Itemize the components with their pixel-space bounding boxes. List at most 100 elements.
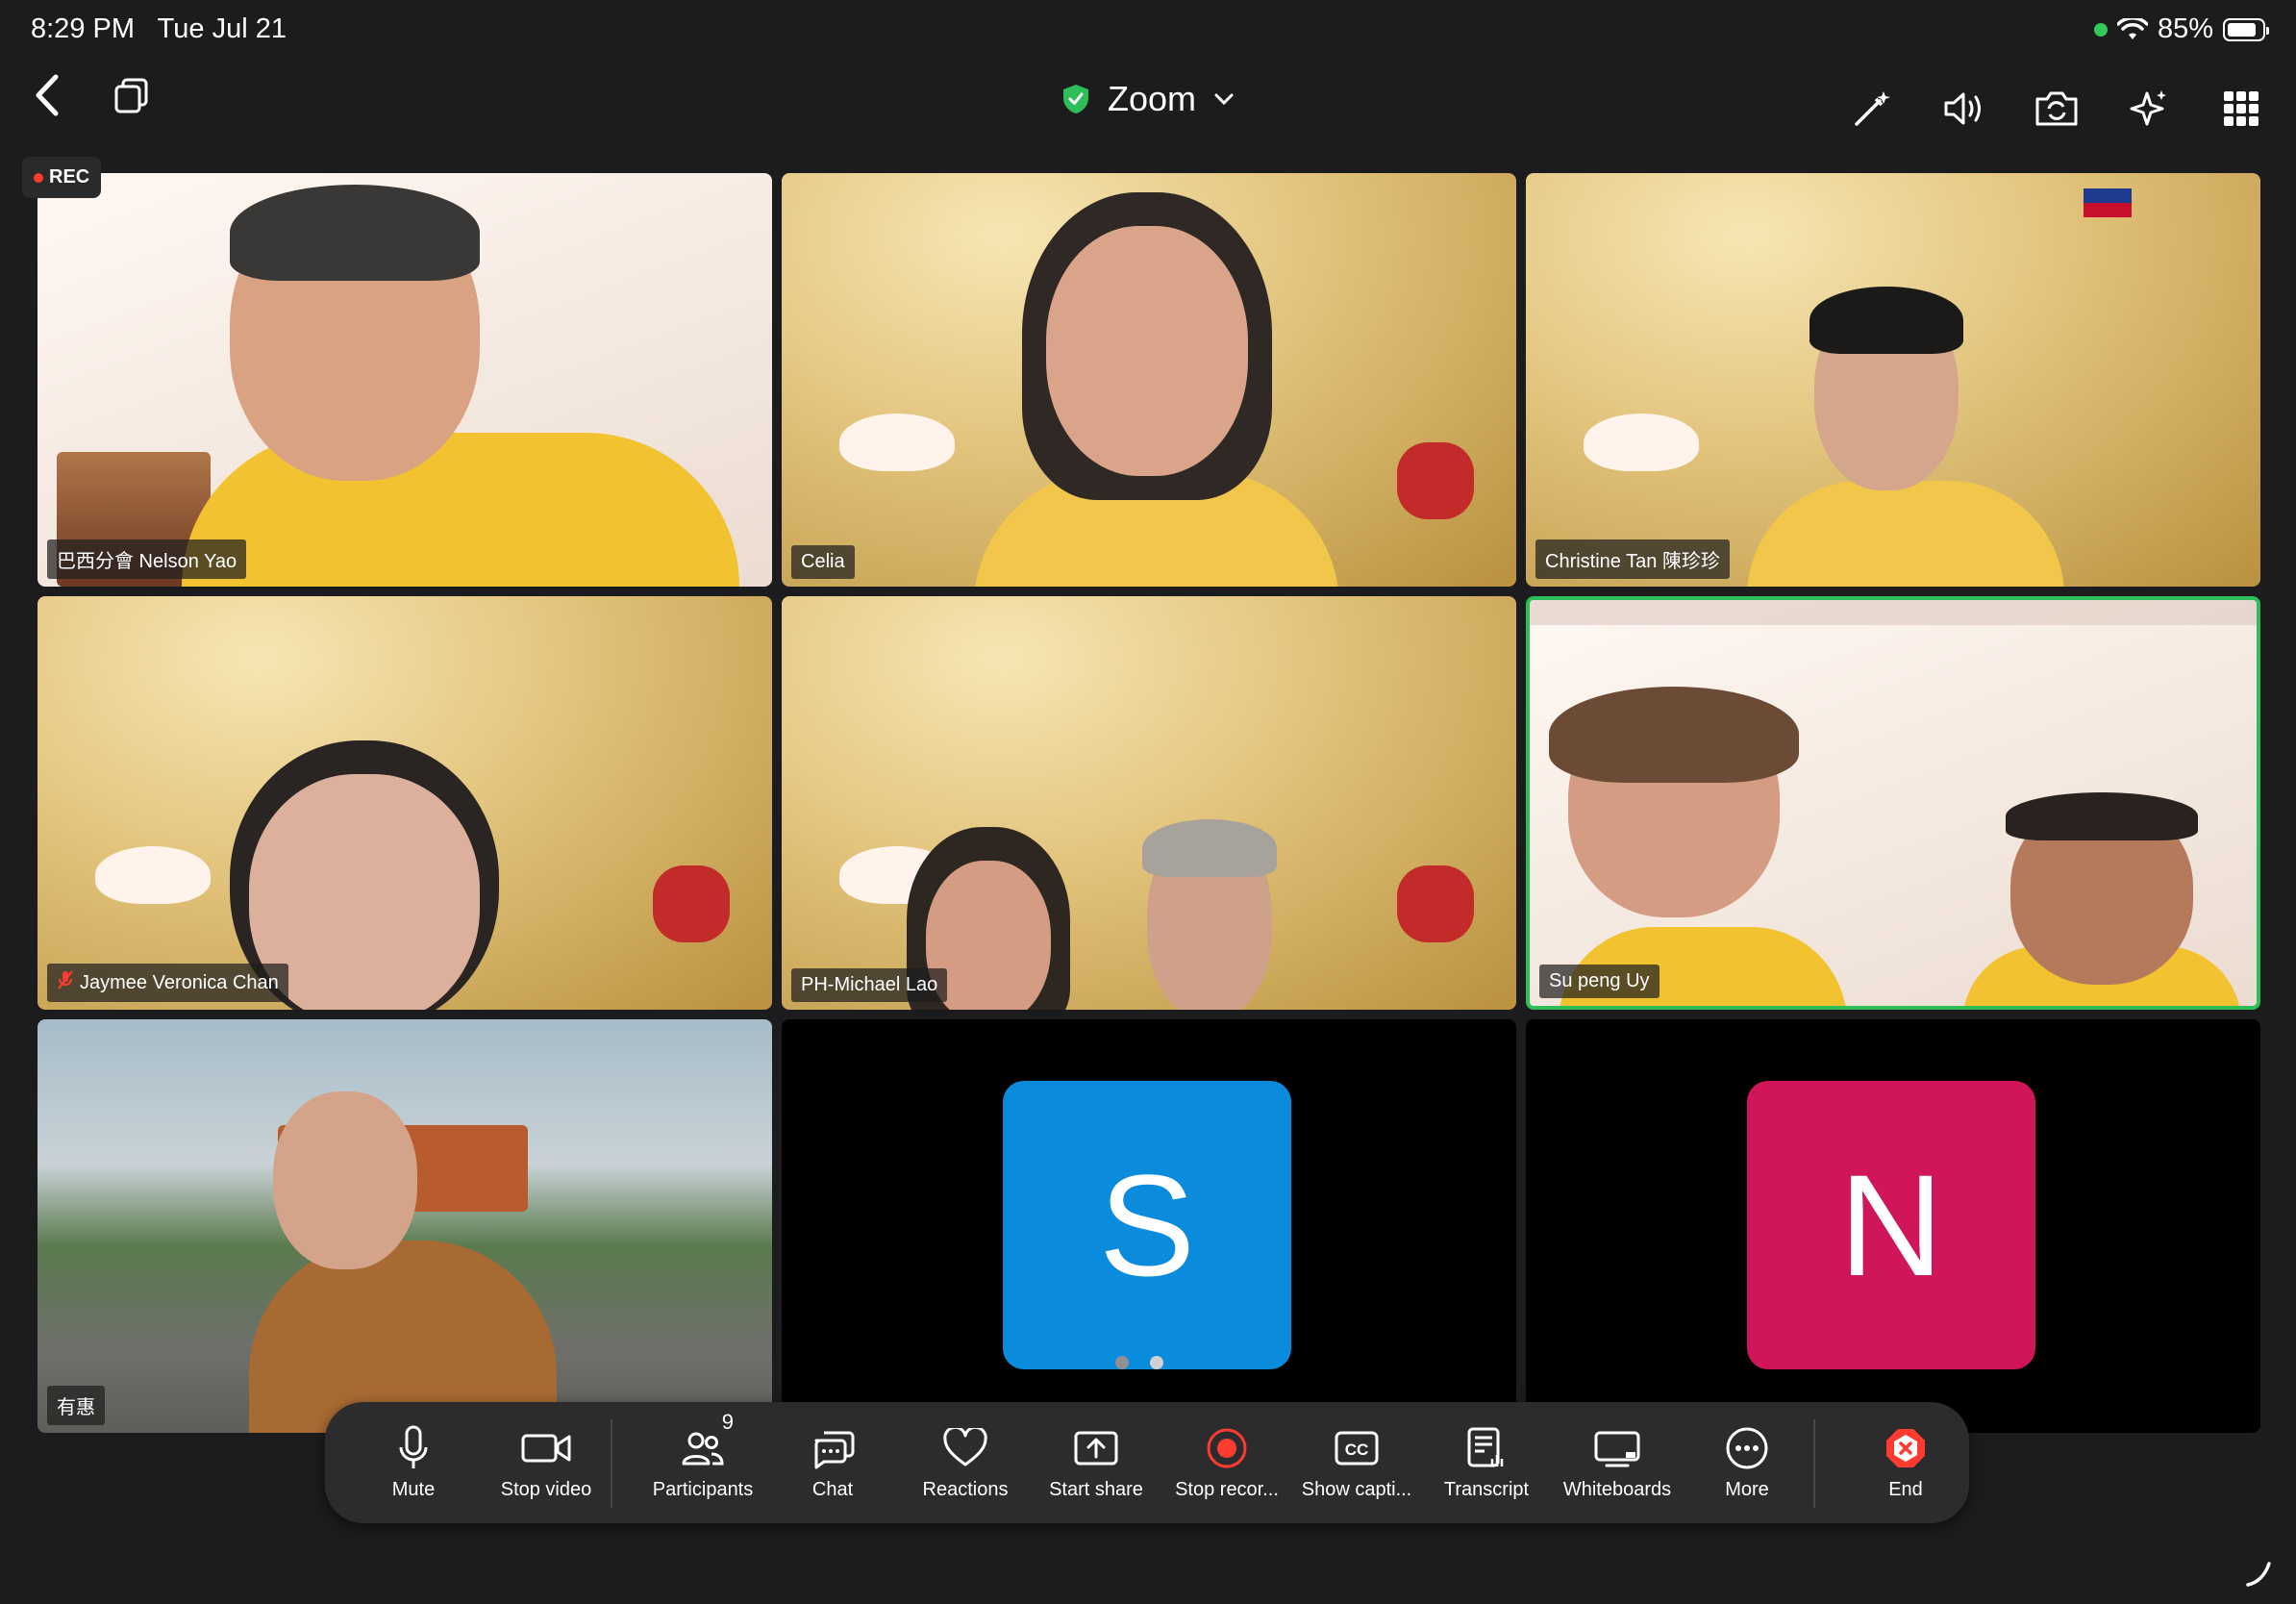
lotus-flower-image — [839, 414, 955, 471]
participant-hair — [230, 185, 480, 281]
grid-icon — [2224, 91, 2259, 126]
blia-logo-image — [653, 865, 730, 942]
video-tile-su-peng-uy[interactable]: Su peng Uy — [1526, 596, 2260, 1010]
video-tile-christine-tan[interactable]: Christine Tan 陳珍珍 — [1526, 173, 2260, 587]
participant-name-tag: PH-Michael Lao — [791, 968, 948, 1002]
stop-video-label: Stop video — [500, 1479, 592, 1500]
start-share-label: Start share — [1049, 1479, 1143, 1500]
reactions-label: Reactions — [922, 1479, 1009, 1500]
video-tile-youhui[interactable]: 有惠 — [37, 1019, 772, 1433]
video-tile-avatar-s[interactable]: S — [782, 1019, 1516, 1433]
participant-name: Celia — [801, 551, 845, 572]
status-bar: 8:29 PM Tue Jul 21 85% — [0, 0, 2296, 60]
page-dot[interactable] — [1115, 1356, 1129, 1369]
whiteboards-button[interactable]: Whiteboards — [1555, 1402, 1680, 1523]
closed-captions-icon: CC — [1335, 1431, 1379, 1466]
pencil-hover-icon — [2246, 1562, 2271, 1587]
stop-recording-label: Stop recor... — [1175, 1479, 1279, 1500]
end-call-icon — [1886, 1429, 1925, 1467]
video-tile-nelson-yao[interactable]: 巴西分會 Nelson Yao — [37, 173, 772, 587]
lotus-flower-image — [95, 846, 211, 904]
status-clock: 8:29 PM Tue Jul 21 — [31, 13, 287, 45]
wifi-icon — [2116, 17, 2148, 39]
participant-name-tag: Celia — [791, 545, 855, 579]
video-tile-avatar-n[interactable]: N — [1526, 1019, 2260, 1433]
chat-bubble-icon — [814, 1431, 855, 1469]
whiteboard-icon — [1594, 1431, 1640, 1467]
magic-wand-icon — [1855, 91, 1890, 126]
share-screen-icon — [1074, 1431, 1118, 1466]
participant-hair — [1549, 687, 1799, 783]
microphone-icon — [399, 1425, 428, 1468]
recording-label: REC — [49, 166, 90, 188]
svg-text:CC: CC — [1345, 1441, 1369, 1459]
chat-button[interactable]: Chat — [770, 1402, 895, 1523]
participants-button[interactable]: 9 Participants — [640, 1402, 765, 1523]
transcript-button[interactable]: Transcript — [1424, 1402, 1549, 1523]
participant-name: 巴西分會 Nelson Yao — [57, 551, 237, 572]
participants-label: Participants — [652, 1479, 754, 1500]
status-indicators: 85% — [2093, 13, 2269, 45]
recording-dot-icon — [34, 172, 43, 183]
transcript-icon — [1467, 1427, 1504, 1467]
mic-muted-icon — [57, 969, 74, 996]
participants-icon — [682, 1432, 724, 1466]
show-captions-label: Show capti... — [1301, 1479, 1412, 1500]
participants-count: 9 — [721, 1410, 734, 1434]
meeting-title-text: Zoom — [1107, 79, 1197, 118]
transcript-label: Transcript — [1443, 1479, 1530, 1500]
participant-name-tag: 有惠 — [47, 1386, 105, 1425]
reactions-button[interactable]: Reactions — [903, 1402, 1028, 1523]
avatar-initial: S — [1098, 1143, 1196, 1306]
speaker-button[interactable] — [1931, 75, 1998, 142]
battery-percent: 85% — [2157, 13, 2213, 44]
ai-companion-button[interactable] — [2115, 75, 2183, 142]
start-share-button[interactable]: Start share — [1034, 1402, 1159, 1523]
lotus-flower-image — [1584, 414, 1699, 471]
participant-name-tag: Jaymee Veronica Chan — [47, 964, 288, 1002]
mute-button[interactable]: Mute — [351, 1402, 476, 1523]
participant-face — [1046, 226, 1248, 476]
participant-name-tag: 巴西分會 Nelson Yao — [47, 539, 247, 579]
heart-icon — [943, 1428, 987, 1466]
blia-logo-image — [1397, 865, 1474, 942]
mute-label: Mute — [391, 1479, 436, 1500]
end-meeting-button[interactable]: End — [1843, 1402, 1968, 1523]
participant-name: Su peng Uy — [1549, 970, 1650, 991]
record-icon — [1207, 1428, 1247, 1468]
chevron-down-icon — [1214, 93, 1234, 106]
recording-badge[interactable]: REC — [22, 157, 102, 198]
toolbar-separator — [611, 1419, 612, 1508]
participant-name: PH-Michael Lao — [801, 974, 938, 995]
chat-label: Chat — [811, 1479, 854, 1500]
more-icon — [1726, 1427, 1768, 1469]
stop-recording-button[interactable]: Stop recor... — [1164, 1402, 1289, 1523]
participant-name: 有惠 — [57, 1397, 95, 1418]
whiteboards-label: Whiteboards — [1562, 1479, 1672, 1500]
more-button[interactable]: More — [1685, 1402, 1809, 1523]
video-tile-jaymee-veronica-chan[interactable]: Jaymee Veronica Chan — [37, 596, 772, 1010]
toolbar-separator — [1813, 1419, 1815, 1508]
participant-hair — [1809, 287, 1963, 354]
shield-check-icon — [1062, 85, 1088, 113]
meeting-controls-bar: Mute Stop video 9 Participants Chat Reac… — [325, 1402, 1969, 1523]
yellow-shirt-body — [1747, 481, 2064, 587]
video-tile-michael-lao[interactable]: PH-Michael Lao — [782, 596, 1516, 1010]
page-indicator[interactable] — [1115, 1356, 1163, 1369]
participant-name: Christine Tan 陳珍珍 — [1545, 551, 1720, 572]
yellow-shirt-body — [182, 433, 739, 587]
speaker-icon — [1944, 92, 1981, 125]
banner-image — [1530, 600, 2257, 625]
stop-video-button[interactable]: Stop video — [484, 1402, 609, 1523]
meeting-toolbar: Zoom — [0, 60, 2296, 165]
status-time: 8:29 PM — [31, 13, 135, 44]
video-tile-celia[interactable]: Celia — [782, 173, 1516, 587]
participant-avatar: S — [1003, 1081, 1291, 1369]
touch-up-button[interactable] — [1838, 75, 1906, 142]
show-captions-button[interactable]: CC Show capti... — [1294, 1402, 1419, 1523]
avatar-initial: N — [1838, 1143, 1944, 1306]
page-dot-current[interactable] — [1150, 1356, 1163, 1369]
switch-camera-button[interactable] — [2023, 75, 2090, 142]
participant-face — [273, 1091, 417, 1269]
gallery-view-button[interactable] — [2208, 75, 2275, 142]
